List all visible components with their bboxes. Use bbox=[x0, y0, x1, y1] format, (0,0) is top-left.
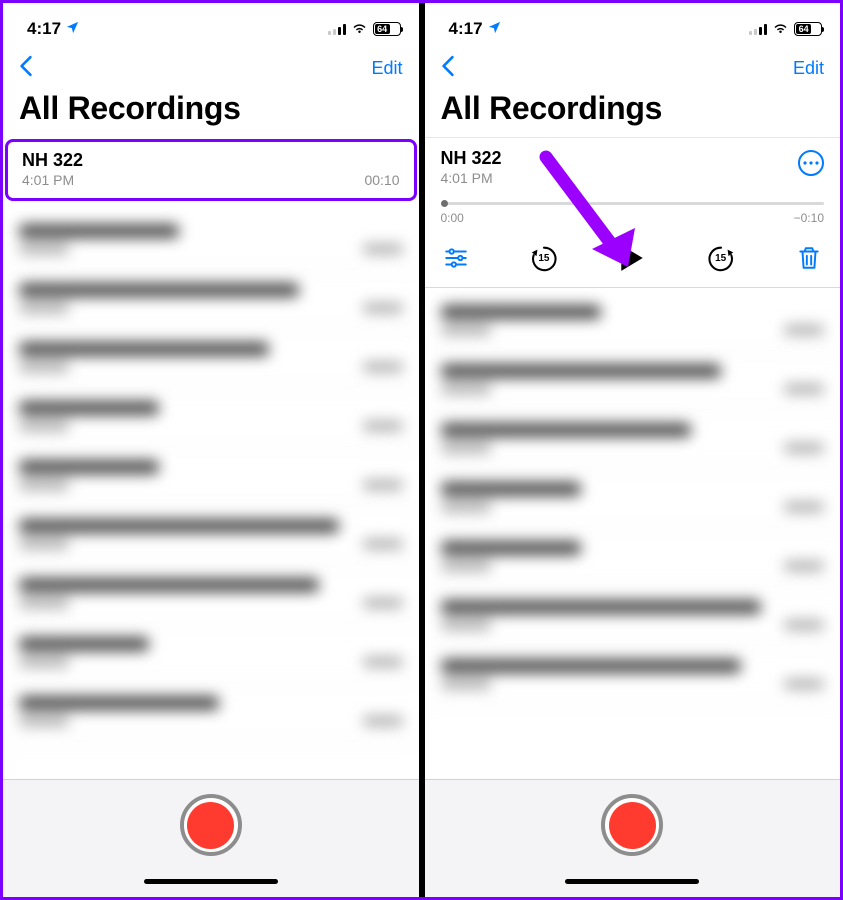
location-icon bbox=[65, 20, 80, 39]
skip-forward-button[interactable]: 15 bbox=[706, 243, 736, 273]
record-button[interactable] bbox=[180, 794, 242, 856]
status-bar: 4:17 64 bbox=[3, 7, 419, 51]
edit-button[interactable]: Edit bbox=[793, 58, 824, 79]
battery-icon: 64 bbox=[373, 22, 401, 36]
recording-title: NH 322 bbox=[22, 150, 400, 171]
recording-duration: 00:10 bbox=[364, 172, 399, 188]
blurred-content bbox=[3, 207, 419, 742]
edit-button[interactable]: Edit bbox=[371, 58, 402, 79]
location-icon bbox=[487, 20, 502, 39]
signal-icon bbox=[749, 23, 767, 35]
battery-icon: 64 bbox=[794, 22, 822, 36]
scrubber-thumb[interactable] bbox=[441, 200, 448, 207]
home-indicator[interactable] bbox=[565, 879, 699, 884]
page-title: All Recordings bbox=[425, 90, 841, 137]
back-button[interactable] bbox=[13, 53, 39, 84]
home-indicator[interactable] bbox=[144, 879, 278, 884]
blurred-content bbox=[425, 288, 841, 705]
skip-back-button[interactable]: 15 bbox=[529, 243, 559, 273]
remaining-time: −0:10 bbox=[794, 211, 824, 225]
battery-level: 64 bbox=[796, 24, 811, 34]
recording-row-expanded[interactable]: NH 322 4:01 PM 0:00 −0:10 bbox=[425, 137, 841, 288]
wifi-icon bbox=[772, 21, 789, 38]
record-button[interactable] bbox=[601, 794, 663, 856]
signal-icon bbox=[328, 23, 346, 35]
recording-title: NH 322 bbox=[441, 148, 502, 169]
recording-time: 4:01 PM bbox=[22, 172, 74, 188]
playback-options-button[interactable] bbox=[443, 245, 469, 271]
status-time: 4:17 bbox=[27, 19, 61, 39]
back-button[interactable] bbox=[435, 53, 461, 84]
playback-scrubber[interactable]: 0:00 −0:10 bbox=[441, 202, 825, 225]
status-time: 4:17 bbox=[449, 19, 483, 39]
recordings-list[interactable]: NH 322 4:01 PM 00:10 bbox=[3, 137, 419, 779]
record-icon bbox=[187, 802, 234, 849]
nav-bar: Edit bbox=[3, 51, 419, 90]
battery-level: 64 bbox=[375, 24, 390, 34]
record-bar bbox=[3, 779, 419, 897]
page-title: All Recordings bbox=[3, 90, 419, 137]
skip-forward-label: 15 bbox=[715, 253, 726, 264]
delete-button[interactable] bbox=[796, 245, 822, 271]
nav-bar: Edit bbox=[425, 51, 841, 90]
screenshot-right: 4:17 64 Edit All Recordings bbox=[425, 3, 841, 897]
recording-row-highlighted[interactable]: NH 322 4:01 PM 00:10 bbox=[5, 139, 417, 201]
skip-back-label: 15 bbox=[538, 253, 549, 264]
screenshot-left: 4:17 64 Edit All Recordings bbox=[3, 3, 419, 897]
play-button[interactable] bbox=[619, 243, 645, 273]
elapsed-time: 0:00 bbox=[441, 211, 464, 225]
status-bar: 4:17 64 bbox=[425, 7, 841, 51]
wifi-icon bbox=[351, 21, 368, 38]
more-options-button[interactable] bbox=[798, 150, 824, 176]
recording-time: 4:01 PM bbox=[441, 170, 502, 186]
recordings-list[interactable]: NH 322 4:01 PM 0:00 −0:10 bbox=[425, 137, 841, 779]
record-bar bbox=[425, 779, 841, 897]
record-icon bbox=[609, 802, 656, 849]
